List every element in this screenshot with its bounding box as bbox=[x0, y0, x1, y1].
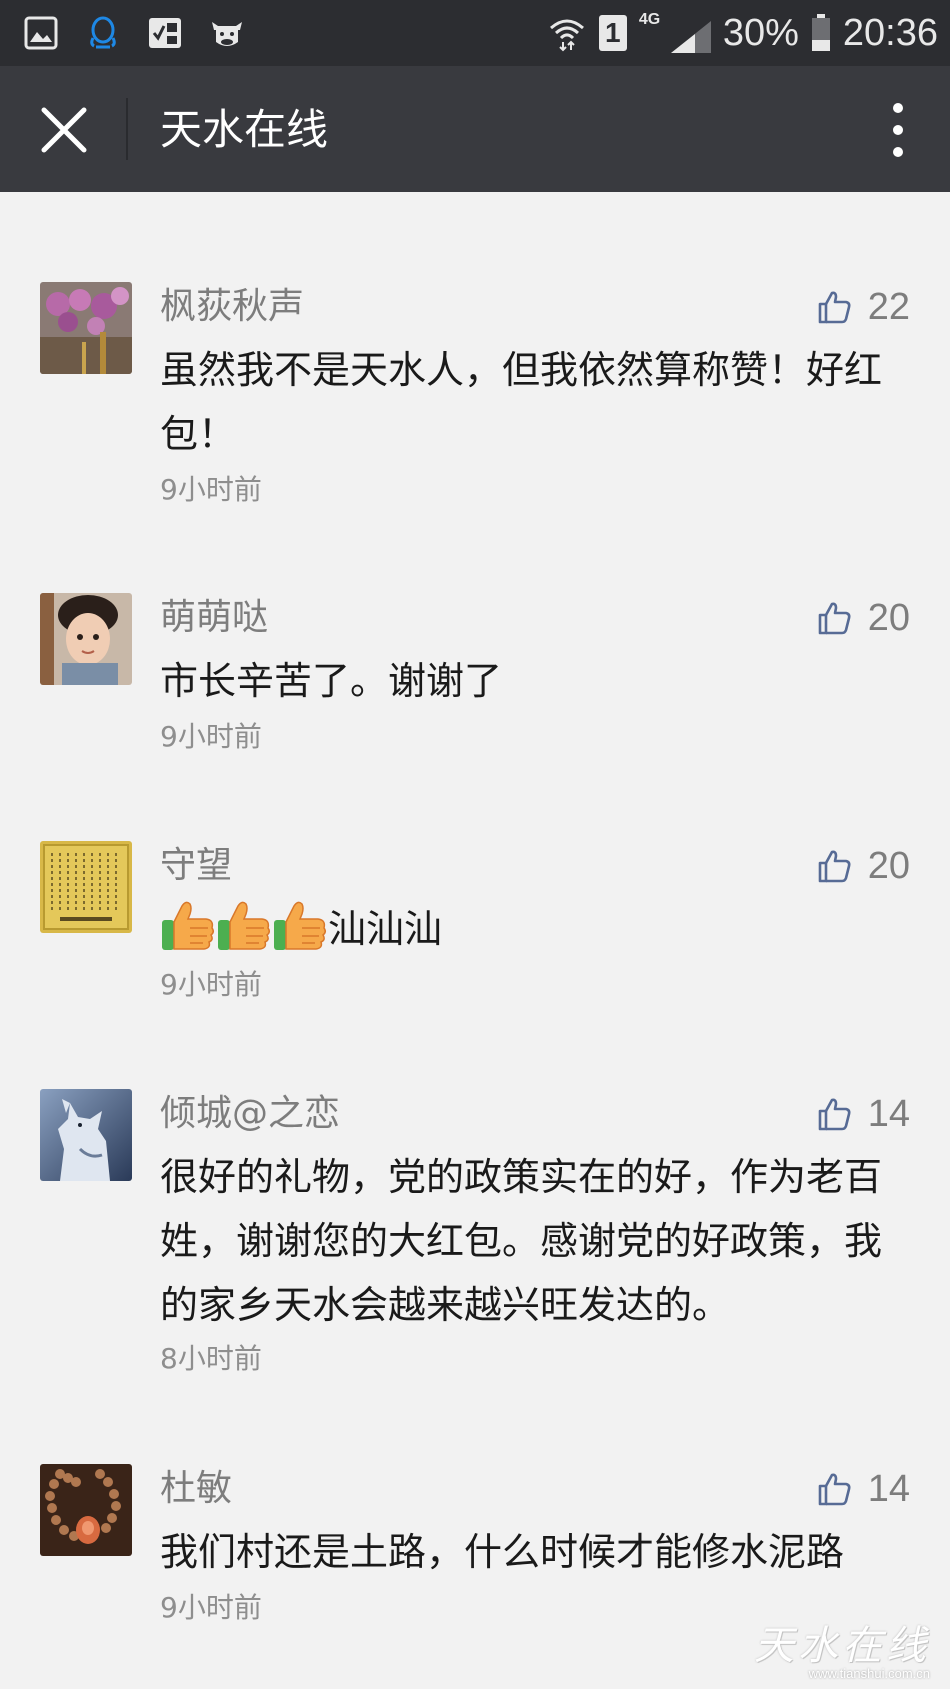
app-header: 天水在线 bbox=[0, 66, 950, 192]
qq-icon bbox=[90, 16, 116, 49]
comment-time: 9小时前 bbox=[160, 720, 262, 753]
cow-icon bbox=[212, 22, 242, 46]
status-bar-notifications bbox=[22, 12, 246, 54]
thumbs-up-icon bbox=[816, 1471, 852, 1507]
commenter-name: 倾城@之恋 bbox=[160, 1093, 341, 1134]
like-button[interactable]: 22 bbox=[816, 282, 910, 332]
header-divider bbox=[126, 98, 128, 160]
sim-label: 1 bbox=[605, 17, 621, 48]
comment-time: 9小时前 bbox=[160, 473, 262, 506]
page-title: 天水在线 bbox=[160, 105, 329, 154]
comment-time: 8小时前 bbox=[160, 1342, 262, 1375]
thumbs-up-icon bbox=[816, 1096, 852, 1132]
close-icon[interactable] bbox=[36, 102, 92, 158]
status-bar: 1 4G 30% 20:36 bbox=[0, 0, 950, 66]
thumbs-up-icon bbox=[816, 600, 852, 636]
avatar[interactable] bbox=[40, 1089, 132, 1181]
comment-text: 汕汕汕 bbox=[160, 897, 900, 961]
thumbs-up-icon bbox=[816, 848, 852, 884]
thumbs-up-emoji-icon bbox=[216, 898, 272, 952]
clock: 20:36 bbox=[842, 11, 938, 54]
like-button[interactable]: 20 bbox=[816, 841, 910, 891]
comment-text: 市长辛苦了。谢谢了 bbox=[160, 659, 503, 703]
more-options-icon[interactable] bbox=[884, 100, 912, 160]
network-label: 4G bbox=[638, 11, 661, 28]
avatar[interactable] bbox=[40, 593, 132, 685]
avatar[interactable] bbox=[40, 841, 132, 933]
site-watermark: 天水在线 www.tianshui.com.cn bbox=[748, 1611, 938, 1681]
avatar[interactable] bbox=[40, 282, 132, 374]
like-count: 22 bbox=[867, 285, 910, 328]
battery-percent: 30% bbox=[722, 11, 799, 54]
comment-time: 9小时前 bbox=[160, 1591, 262, 1624]
commenter-name: 杜敏 bbox=[160, 1468, 233, 1509]
like-count: 14 bbox=[867, 1092, 910, 1135]
gallery-icon bbox=[24, 16, 58, 50]
wifi-icon bbox=[549, 19, 584, 52]
thumbs-up-emoji-icon bbox=[272, 898, 328, 952]
4g-signal-icon: 4G bbox=[639, 11, 711, 55]
commenter-name: 萌萌哒 bbox=[160, 597, 269, 638]
like-button[interactable]: 20 bbox=[816, 593, 910, 643]
commenter-name: 守望 bbox=[160, 845, 233, 886]
thumbs-up-icon bbox=[816, 289, 852, 325]
like-count: 20 bbox=[867, 596, 910, 639]
like-count: 20 bbox=[867, 844, 910, 887]
battery-icon bbox=[811, 14, 830, 51]
comment-text-content: 汕汕汕 bbox=[328, 907, 443, 951]
comment-text: 虽然我不是天水人，但我依然算称赞！好红包！ bbox=[160, 348, 883, 456]
commenter-name: 枫荻秋声 bbox=[160, 286, 305, 327]
sim-1-icon: 1 bbox=[598, 15, 627, 51]
like-button[interactable]: 14 bbox=[816, 1089, 910, 1139]
comment-time: 9小时前 bbox=[160, 968, 262, 1001]
calculator-icon bbox=[149, 18, 181, 48]
watermark-url: www.tianshui.com.cn bbox=[808, 1666, 930, 1681]
like-button[interactable]: 14 bbox=[816, 1464, 910, 1514]
like-count: 14 bbox=[867, 1467, 910, 1510]
avatar[interactable] bbox=[40, 1464, 132, 1556]
watermark-text: 天水在线 bbox=[754, 1623, 930, 1669]
thumbs-up-emoji-icon bbox=[160, 898, 216, 952]
comment-text: 我们村还是土路，什么时候才能修水泥路 bbox=[160, 1530, 845, 1574]
status-bar-system: 1 4G 30% 20:36 bbox=[547, 8, 938, 58]
comment-text: 很好的礼物，党的政策实在的好，作为老百姓，谢谢您的大红包。感谢党的好政策，我的家… bbox=[160, 1155, 883, 1327]
